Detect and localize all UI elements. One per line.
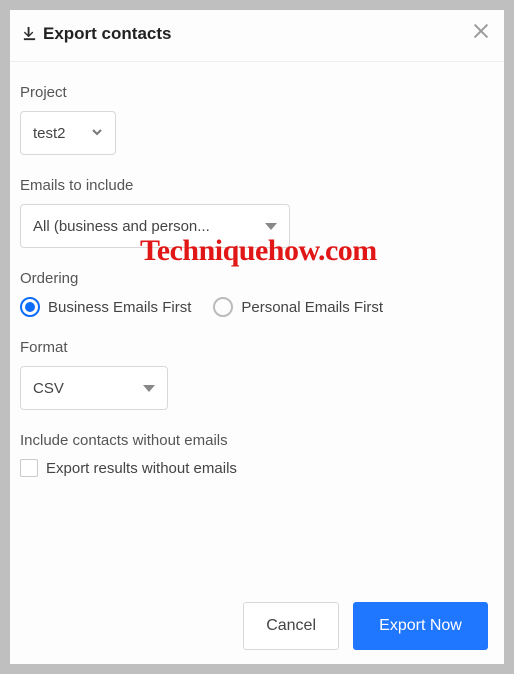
noemail-field: Include contacts without emails Export r… (20, 432, 494, 477)
ordering-option-business[interactable]: Business Emails First (20, 297, 191, 317)
format-select[interactable]: CSV (20, 366, 168, 410)
caret-down-icon (143, 385, 155, 392)
caret-down-icon (265, 223, 277, 230)
cancel-label: Cancel (266, 617, 316, 635)
format-field: Format CSV (20, 339, 494, 410)
format-value: CSV (33, 380, 64, 397)
project-select[interactable]: test2 (20, 111, 116, 155)
radio-icon (213, 297, 233, 317)
close-icon[interactable] (470, 20, 492, 47)
project-field: Project test2 (20, 84, 494, 155)
export-label: Export Now (379, 617, 462, 635)
dialog-title: Export contacts (43, 24, 171, 44)
ordering-radio-group: Business Emails First Personal Emails Fi… (20, 297, 494, 317)
ordering-option-label: Business Emails First (48, 299, 191, 316)
header-left: Export contacts (22, 24, 171, 44)
noemail-label: Include contacts without emails (20, 432, 494, 449)
noemail-option-label: Export results without emails (46, 460, 237, 477)
emails-select[interactable]: All (business and person... (20, 204, 290, 248)
chevron-down-icon (91, 125, 103, 142)
ordering-option-label: Personal Emails First (241, 299, 383, 316)
radio-icon (20, 297, 40, 317)
cancel-button[interactable]: Cancel (243, 602, 339, 650)
noemail-option[interactable]: Export results without emails (20, 459, 494, 477)
ordering-field: Ordering Business Emails First Personal … (20, 270, 494, 317)
dialog-header: Export contacts (10, 10, 504, 62)
export-button[interactable]: Export Now (353, 602, 488, 650)
download-icon (22, 26, 37, 41)
emails-value: All (business and person... (33, 218, 210, 235)
format-label: Format (20, 339, 494, 356)
dialog-footer: Cancel Export Now (10, 590, 504, 664)
ordering-label: Ordering (20, 270, 494, 287)
project-value: test2 (33, 125, 66, 142)
emails-field: Emails to include All (business and pers… (20, 177, 494, 248)
ordering-option-personal[interactable]: Personal Emails First (213, 297, 383, 317)
checkbox-icon (20, 459, 38, 477)
project-label: Project (20, 84, 494, 101)
emails-label: Emails to include (20, 177, 494, 194)
export-contacts-dialog: Export contacts Project test2 Techniqueh… (10, 10, 504, 664)
dialog-body: Project test2 Techniquehow.com Emails to… (10, 62, 504, 590)
